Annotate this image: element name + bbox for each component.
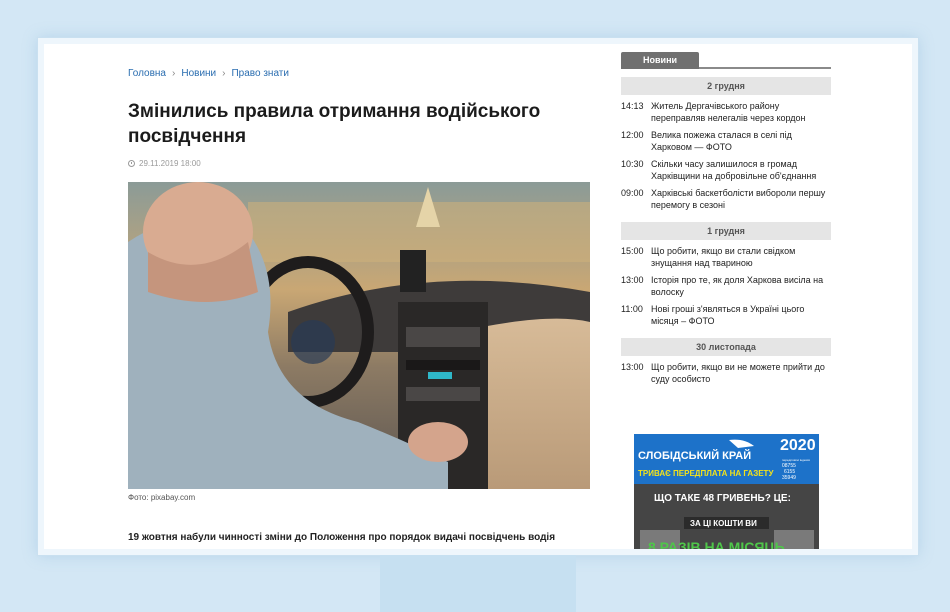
photo-caption: Фото: pixabay.com: [128, 493, 196, 502]
chevron-right-icon: ›: [172, 68, 176, 79]
ad-subscription-text: ТРИВАЄ ПЕРЕДПЛАТА НА ГАЗЕТУ: [638, 469, 774, 478]
news-sidebar: Новини 2 грудня 14:13 Житель Дергачівсько…: [621, 50, 831, 549]
news-item[interactable]: 14:13 Житель Дергачівського району перепр…: [621, 100, 831, 124]
news-title[interactable]: Велика пожежа сталася в селі під Харково…: [651, 129, 831, 153]
news-title[interactable]: Скільки часу залишилося в громад Харківщ…: [651, 158, 831, 182]
news-title[interactable]: Харківські баскетболісти виборoли першу …: [651, 187, 831, 211]
article-column: Головна › Новини › Право знати Змінились…: [128, 68, 598, 546]
ad-index-label: передплатні індекси: [782, 458, 810, 462]
news-list: 13:00 Що робити, якщо ви не можете прийти…: [621, 361, 831, 385]
tab-news[interactable]: Новини: [621, 52, 700, 69]
news-time: 13:00: [621, 362, 644, 372]
ad-brand: СЛОБІДСЬКИЙ КРАЙ: [638, 449, 751, 462]
news-time: 15:00: [621, 246, 644, 256]
news-time: 10:30: [621, 159, 644, 169]
news-item[interactable]: 09:00 Харківські баскетболісти виборoли п…: [621, 187, 831, 211]
day-header: 2 грудня: [621, 77, 831, 95]
news-time: 13:00: [621, 275, 644, 285]
article-date-text: 29.11.2019 18:00: [139, 159, 201, 168]
news-time: 09:00: [621, 188, 644, 198]
breadcrumb: Головна › Новини › Право знати: [128, 68, 598, 79]
news-time: 12:00: [621, 130, 644, 140]
news-item[interactable]: 15:00 Що робити, якщо ви стали свідком зн…: [621, 245, 831, 269]
day-header: 30 листопада: [621, 338, 831, 356]
breadcrumb-section-link[interactable]: Право знати: [231, 68, 288, 79]
news-list: 14:13 Житель Дергачівського району перепр…: [621, 100, 831, 211]
ad-times: 8 РАЗІВ НА МІСЯЦЬ: [648, 539, 785, 555]
clock-icon: [128, 160, 135, 167]
ad-question: ЩО ТАКЕ 48 ГРИВЕНЬ? ЦЕ:: [654, 493, 791, 504]
day-header: 1 грудня: [621, 222, 831, 240]
article-photo: [128, 182, 590, 489]
breadcrumb-home-link[interactable]: Головна: [128, 68, 166, 79]
article-date: 29.11.2019 18:00: [128, 159, 598, 168]
browser-viewport: Головна › Новини › Право знати Змінились…: [38, 38, 918, 555]
news-title[interactable]: Історія про те, як доля Харкова висіла н…: [651, 274, 831, 298]
ad-for-money: ЗА ЦІ КОШТИ ВИ: [690, 519, 757, 528]
breadcrumb-news-link[interactable]: Новини: [181, 68, 216, 79]
news-item[interactable]: 13:00 Що робити, якщо ви не можете прийти…: [621, 361, 831, 385]
news-item[interactable]: 13:00 Історія про те, як доля Харкова вис…: [621, 274, 831, 298]
news-time: 14:13: [621, 101, 644, 111]
news-title[interactable]: Житель Дергачівського району переправляв…: [651, 100, 831, 124]
monitor-stand: [380, 555, 576, 612]
news-tabbar: Новини: [621, 50, 831, 69]
news-list: 15:00 Що робити, якщо ви стали свідком зн…: [621, 245, 831, 327]
news-item[interactable]: 10:30 Скільки часу залишилося в громад Ха…: [621, 158, 831, 182]
driver-car-interior-image: [128, 182, 590, 489]
news-title[interactable]: Нові гроші з'являться в Україні цього мі…: [651, 303, 831, 327]
news-item[interactable]: 11:00 Нові гроші з'являться в Україні цьо…: [621, 303, 831, 327]
news-time: 11:00: [621, 304, 643, 314]
news-title[interactable]: Що робити, якщо ви не можете прийти до с…: [651, 361, 831, 385]
ad-artwork: СЛОБІДСЬКИЙ КРАЙ 2020 передплатні індекс…: [634, 434, 819, 555]
chevron-right-icon: ›: [222, 68, 226, 79]
ad-year: 2020: [780, 437, 816, 454]
article-title: Змінились правила отримання водійського …: [128, 101, 541, 147]
ad-index-3: 35949: [782, 475, 796, 481]
news-title[interactable]: Що робити, якщо ви стали свідком знущанн…: [651, 245, 831, 269]
subscription-ad-banner[interactable]: СЛОБІДСЬКИЙ КРАЙ 2020 передплатні індекс…: [634, 434, 819, 555]
article-lead: 19 жовтня набули чинності зміни до Полож…: [128, 532, 556, 543]
news-item[interactable]: 12:00 Велика пожежа сталася в селі під Ха…: [621, 129, 831, 153]
